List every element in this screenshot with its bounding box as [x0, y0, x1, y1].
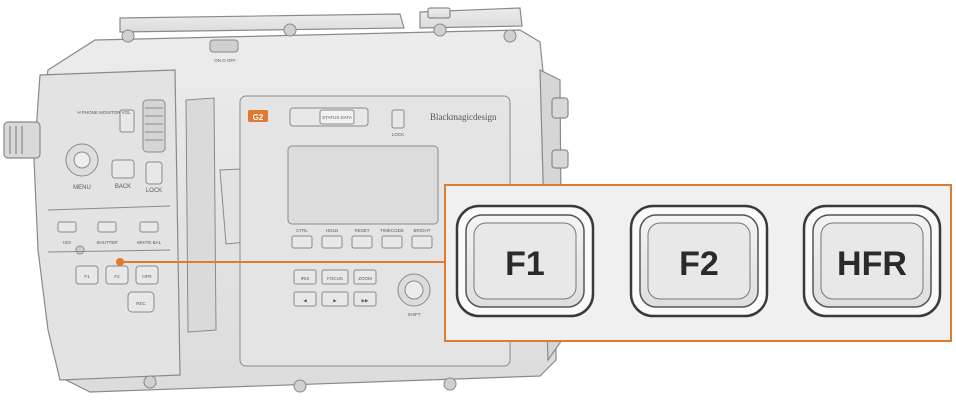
zoom-label: ZOOM [358, 276, 372, 281]
small-f1-label: F1 [84, 274, 90, 279]
rewind-icon: ◀ [303, 298, 307, 303]
hfr-button[interactable]: HFR [802, 204, 942, 318]
headphone-label: H PHONE MONITOR VOL [77, 110, 131, 115]
callout-panel: F1 F2 HFR [444, 184, 952, 342]
status-data-label: STATUS DATA [322, 115, 352, 120]
soft-key-hold: HOLD [326, 228, 339, 233]
callout-anchor-dot [116, 258, 124, 266]
f2-button-label: F2 [679, 245, 719, 283]
f2-button[interactable]: F2 [629, 204, 769, 318]
iso-label: ISO [63, 240, 71, 245]
lock-label: LOCK [146, 188, 162, 194]
soft-key-ctrl: CTRL [296, 228, 308, 233]
white-bal-label: WHITE BAL [137, 240, 162, 245]
small-f2-label: F2 [114, 274, 120, 279]
brand-logo: Blackmagicdesign [430, 112, 497, 122]
small-hfr-label: HFR [142, 274, 152, 279]
power-switch-label: ON O OFF [214, 58, 236, 63]
jog-label: SHIFT [408, 312, 421, 317]
hfr-button-label: HFR [837, 245, 907, 283]
shutter-label: SHUTTER [96, 240, 118, 245]
f1-button[interactable]: F1 [455, 204, 595, 318]
forward-icon: ▶▶ [362, 298, 369, 303]
rec-label: REC [136, 301, 146, 306]
f1-button-label: F1 [505, 245, 545, 283]
back-label: BACK [115, 184, 131, 190]
menu-label: MENU [73, 185, 91, 191]
power-switch[interactable]: ON O OFF [209, 39, 239, 63]
model-badge: G2 [253, 113, 264, 122]
camera-diagram: ON O OFF H PHONE MONITOR VOL MENU BACK L… [3, 7, 952, 393]
soft-key-reset: RESET [354, 228, 369, 233]
play-icon: ▶ [333, 298, 337, 303]
focus-label: FOCUS [327, 276, 343, 281]
iris-label: IRIS [301, 276, 310, 281]
soft-key-timecode: TIMECODE [380, 228, 404, 233]
side-lock-label: LOCK [392, 132, 404, 137]
soft-key-bright: BRIGHT [413, 228, 430, 233]
